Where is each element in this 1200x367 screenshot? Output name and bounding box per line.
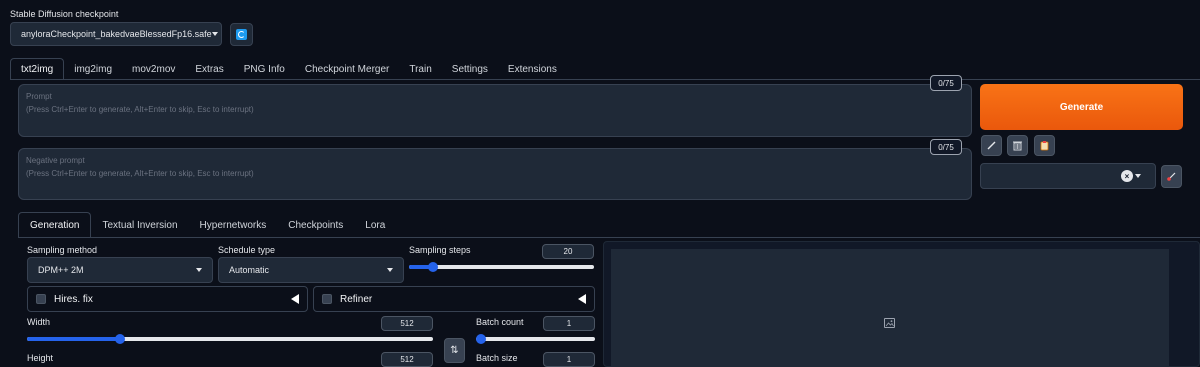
clipboard-icon xyxy=(1040,141,1049,151)
hires-fix-accordion[interactable]: Hires. fix xyxy=(27,286,308,312)
tabs-divider xyxy=(10,79,1200,80)
refiner-label: Refiner xyxy=(340,293,373,305)
hires-fix-label: Hires. fix xyxy=(54,293,93,305)
slider-thumb[interactable] xyxy=(476,334,486,344)
pencil-icon xyxy=(987,141,996,150)
tab-mov2mov[interactable]: mov2mov xyxy=(122,58,185,80)
chevron-down-icon xyxy=(1135,174,1141,178)
negative-prompt-placeholder-title: Negative prompt xyxy=(26,156,85,165)
subtabs-divider xyxy=(18,237,1200,238)
tab-train[interactable]: Train xyxy=(399,58,441,80)
schedule-type-select[interactable]: Automatic xyxy=(218,257,404,283)
sampling-method-value: DPM++ 2M xyxy=(38,265,84,275)
width-input[interactable]: 512 xyxy=(381,316,433,331)
sampling-method-label: Sampling method xyxy=(27,245,98,255)
batch-size-input[interactable]: 1 xyxy=(543,352,595,367)
refresh-icon xyxy=(236,29,247,40)
output-gallery[interactable] xyxy=(611,249,1169,367)
paintbrush-icon xyxy=(1167,172,1176,181)
batch-count-slider[interactable] xyxy=(476,334,595,344)
schedule-type-value: Automatic xyxy=(229,265,270,275)
clear-prompt-button[interactable] xyxy=(1007,135,1028,156)
generate-button[interactable]: Generate xyxy=(980,84,1183,130)
refiner-checkbox[interactable] xyxy=(322,294,332,304)
width-slider[interactable] xyxy=(27,334,433,344)
width-label: Width xyxy=(27,317,51,327)
hires-fix-checkbox[interactable] xyxy=(36,294,46,304)
prompt-placeholder-title: Prompt xyxy=(26,92,52,101)
refiner-accordion[interactable]: Refiner xyxy=(313,286,595,312)
sampling-steps-input[interactable]: 20 xyxy=(542,244,594,259)
read-params-button[interactable] xyxy=(981,135,1002,156)
sampling-steps-label: Sampling steps xyxy=(409,245,471,255)
swap-dimensions-button[interactable]: ⇅ xyxy=(444,338,465,363)
clear-styles-icon[interactable]: × xyxy=(1121,170,1133,182)
tab-hypernetworks[interactable]: Hypernetworks xyxy=(189,212,278,238)
negative-prompt-input[interactable]: Negative prompt (Press Ctrl+Enter to gen… xyxy=(18,148,972,200)
checkpoint-select[interactable]: anyloraCheckpoint_bakedvaeBlessedFp16.sa… xyxy=(10,22,222,46)
prompt-token-counter: 0/75 xyxy=(930,75,962,91)
negative-prompt-placeholder-hint: (Press Ctrl+Enter to generate, Alt+Enter… xyxy=(26,169,254,178)
tab-settings[interactable]: Settings xyxy=(442,58,498,80)
slider-thumb[interactable] xyxy=(115,334,125,344)
refresh-checkpoint-button[interactable] xyxy=(230,23,253,46)
checkpoint-value: anyloraCheckpoint_bakedvaeBlessedFp16.sa… xyxy=(21,29,212,39)
tab-generation[interactable]: Generation xyxy=(18,212,92,238)
sampling-steps-slider[interactable] xyxy=(409,262,594,272)
batch-count-label: Batch count xyxy=(476,317,524,327)
height-input[interactable]: 512 xyxy=(381,352,433,367)
batch-size-label: Batch size xyxy=(476,353,518,363)
schedule-type-label: Schedule type xyxy=(218,245,276,255)
collapse-arrow-icon[interactable] xyxy=(578,294,586,304)
tab-extras[interactable]: Extras xyxy=(185,58,233,80)
apply-style-button[interactable] xyxy=(1034,135,1055,156)
collapse-arrow-icon[interactable] xyxy=(291,294,299,304)
tab-txt2img[interactable]: txt2img xyxy=(10,58,65,80)
chevron-down-icon xyxy=(211,32,218,36)
negative-prompt-token-counter: 0/75 xyxy=(930,139,962,155)
main-tabs: txt2img img2img mov2mov Extras PNG Info … xyxy=(10,58,567,80)
tab-checkpoint-merger[interactable]: Checkpoint Merger xyxy=(295,58,399,80)
tab-checkpoints[interactable]: Checkpoints xyxy=(277,212,354,238)
chevron-down-icon xyxy=(196,268,202,272)
batch-count-input[interactable]: 1 xyxy=(543,316,595,331)
tab-img2img[interactable]: img2img xyxy=(64,58,122,80)
tab-extensions[interactable]: Extensions xyxy=(498,58,567,80)
tab-png-info[interactable]: PNG Info xyxy=(234,58,295,80)
prompt-placeholder-hint: (Press Ctrl+Enter to generate, Alt+Enter… xyxy=(26,105,254,114)
image-icon xyxy=(884,318,895,328)
slider-thumb[interactable] xyxy=(428,262,438,272)
slider-fill xyxy=(27,337,120,341)
edit-styles-button[interactable] xyxy=(1161,165,1182,188)
sampling-method-select[interactable]: DPM++ 2M xyxy=(27,257,213,283)
height-label: Height xyxy=(27,353,54,363)
trash-icon xyxy=(1013,141,1022,151)
chevron-down-icon xyxy=(387,268,393,272)
tab-lora[interactable]: Lora xyxy=(354,212,396,238)
prompt-input[interactable]: Prompt (Press Ctrl+Enter to generate, Al… xyxy=(18,84,972,137)
generation-tabs: Generation Textual Inversion Hypernetwor… xyxy=(18,212,396,238)
tab-textual-inversion[interactable]: Textual Inversion xyxy=(91,212,188,238)
checkpoint-label: Stable Diffusion checkpoint xyxy=(10,9,119,19)
